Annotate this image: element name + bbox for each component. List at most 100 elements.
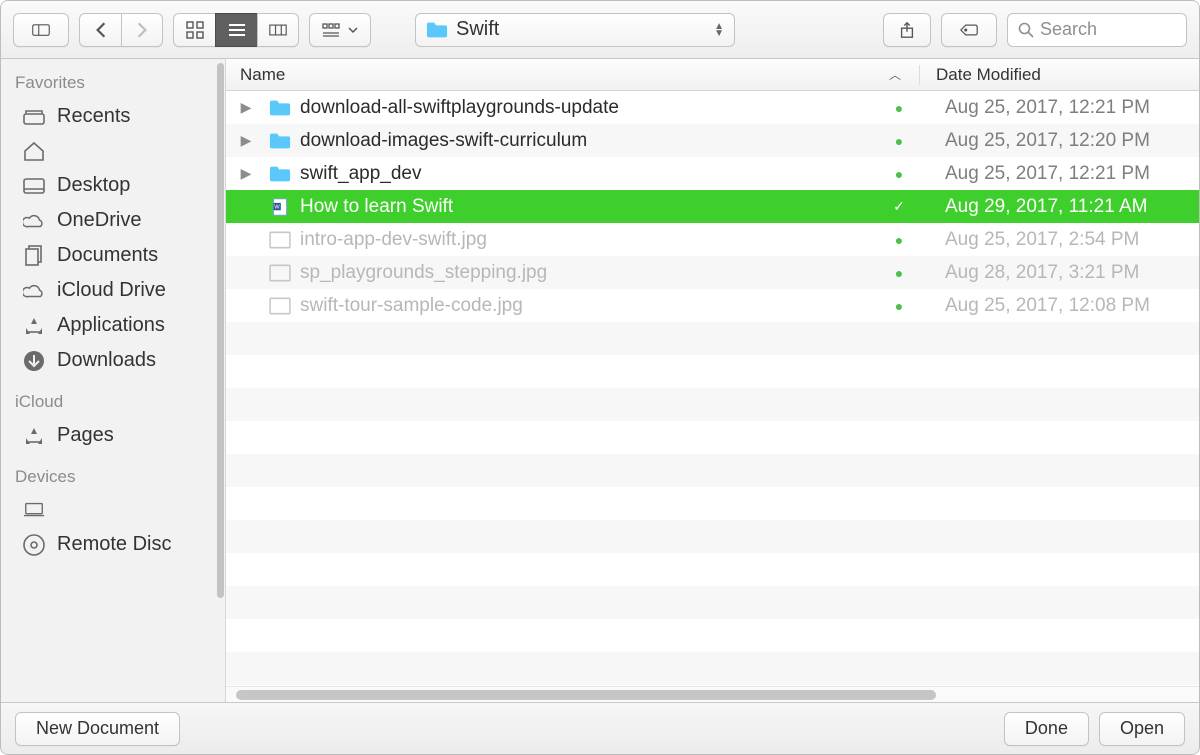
column-header-date[interactable]: Date Modified bbox=[919, 65, 1199, 85]
sync-status-icon: ● bbox=[879, 298, 919, 314]
file-name: sp_playgrounds_stepping.jpg bbox=[294, 262, 879, 284]
sidebar-item-desktop[interactable]: Desktop bbox=[1, 168, 225, 203]
empty-row bbox=[226, 652, 1199, 685]
search-placeholder: Search bbox=[1040, 19, 1097, 40]
folder-icon bbox=[266, 165, 294, 183]
file-name: intro-app-dev-swift.jpg bbox=[294, 229, 879, 251]
applications-icon bbox=[21, 425, 47, 447]
sidebar-item-icloud-drive[interactable]: iCloud Drive bbox=[1, 273, 225, 308]
folder-icon bbox=[266, 99, 294, 117]
empty-row bbox=[226, 487, 1199, 520]
sidebar-icon bbox=[32, 21, 50, 39]
sync-status-icon: ● bbox=[879, 232, 919, 248]
sidebar-item-label: iCloud Drive bbox=[57, 279, 166, 302]
file-list: Name ︿ Date Modified ▶ download-all-swift… bbox=[226, 59, 1199, 702]
share-button[interactable] bbox=[883, 13, 931, 47]
icon-view-button[interactable] bbox=[173, 13, 215, 47]
sidebar-item-applications[interactable]: Applications bbox=[1, 308, 225, 343]
sidebar-item-label: Documents bbox=[57, 244, 158, 267]
empty-row bbox=[226, 388, 1199, 421]
sync-status-icon: ● bbox=[879, 133, 919, 149]
svg-text:W: W bbox=[274, 204, 280, 210]
group-by-button[interactable] bbox=[309, 13, 371, 47]
file-row[interactable]: WHow to learn Swift✓Aug 29, 2017, 11:21 … bbox=[226, 190, 1199, 223]
grid-icon bbox=[186, 21, 204, 39]
updown-icon: ▲▼ bbox=[714, 23, 724, 37]
sidebar-item-label: Downloads bbox=[57, 349, 156, 372]
sidebar-item-pages[interactable]: Pages bbox=[1, 418, 225, 453]
sync-status-icon: ● bbox=[879, 166, 919, 182]
sidebar-item-label: Recents bbox=[57, 105, 130, 128]
disc-icon bbox=[21, 534, 47, 556]
footer: New Document Done Open bbox=[1, 702, 1199, 754]
sidebar-header-icloud: iCloud bbox=[1, 378, 225, 418]
empty-row bbox=[226, 421, 1199, 454]
sidebar-item-documents[interactable]: Documents bbox=[1, 238, 225, 273]
applications-icon bbox=[21, 315, 47, 337]
sidebar-item-recents[interactable]: Recents bbox=[1, 99, 225, 134]
file-date: Aug 25, 2017, 12:21 PM bbox=[919, 97, 1199, 119]
column-headers: Name ︿ Date Modified bbox=[226, 59, 1199, 91]
column-header-name[interactable]: Name ︿ bbox=[226, 65, 919, 85]
empty-row bbox=[226, 454, 1199, 487]
view-mode-buttons bbox=[173, 13, 299, 47]
empty-row bbox=[226, 619, 1199, 652]
file-row[interactable]: swift-tour-sample-code.jpg●Aug 25, 2017,… bbox=[226, 289, 1199, 322]
desktop-icon bbox=[21, 175, 47, 197]
open-button[interactable]: Open bbox=[1099, 712, 1185, 746]
empty-row bbox=[226, 553, 1199, 586]
folder-icon bbox=[266, 132, 294, 150]
file-row[interactable]: ▶download-images-swift-curriculum●Aug 25… bbox=[226, 124, 1199, 157]
disclosure-triangle-icon[interactable]: ▶ bbox=[226, 165, 266, 182]
documents-icon bbox=[21, 245, 47, 267]
path-label: Swift bbox=[456, 18, 499, 41]
done-button[interactable]: Done bbox=[1004, 712, 1089, 746]
file-row[interactable]: ▶swift_app_dev●Aug 25, 2017, 12:21 PM bbox=[226, 157, 1199, 190]
sidebar-item-home[interactable] bbox=[1, 134, 225, 168]
file-date: Aug 25, 2017, 12:08 PM bbox=[919, 295, 1199, 317]
path-popup[interactable]: Swift ▲▼ bbox=[415, 13, 735, 47]
file-row[interactable]: ▶ download-all-swiftplaygrounds-update●Au… bbox=[226, 91, 1199, 124]
tags-button[interactable] bbox=[941, 13, 997, 47]
column-view-button[interactable] bbox=[257, 13, 299, 47]
image-icon bbox=[266, 231, 294, 249]
disclosure-triangle-icon[interactable]: ▶ bbox=[226, 99, 266, 116]
file-row[interactable]: sp_playgrounds_stepping.jpg●Aug 28, 2017… bbox=[226, 256, 1199, 289]
sidebar-item-remote-disc[interactable]: Remote Disc bbox=[1, 527, 225, 562]
downloads-icon bbox=[21, 350, 47, 372]
sidebar-item-downloads[interactable]: Downloads bbox=[1, 343, 225, 378]
list-icon bbox=[228, 21, 246, 39]
folder-icon bbox=[426, 21, 448, 39]
chevron-left-icon bbox=[92, 21, 110, 39]
empty-row bbox=[226, 586, 1199, 619]
sidebar-item-label: Pages bbox=[57, 424, 114, 447]
sync-status-icon: ● bbox=[879, 100, 919, 116]
laptop-icon bbox=[21, 499, 47, 521]
chevron-right-icon bbox=[133, 21, 151, 39]
image-icon bbox=[266, 297, 294, 315]
sync-status-icon: ✓ bbox=[879, 198, 919, 215]
group-icon bbox=[322, 21, 344, 39]
sync-status-icon: ● bbox=[879, 265, 919, 281]
forward-button[interactable] bbox=[121, 13, 163, 47]
sidebar-item-onedrive[interactable]: OneDrive bbox=[1, 203, 225, 238]
chevron-down-icon bbox=[348, 21, 358, 39]
toolbar: Swift ▲▼ Search bbox=[1, 1, 1199, 59]
sidebar-item-label: Applications bbox=[57, 314, 165, 337]
file-row[interactable]: intro-app-dev-swift.jpg●Aug 25, 2017, 2:… bbox=[226, 223, 1199, 256]
search-field[interactable]: Search bbox=[1007, 13, 1187, 47]
file-date: Aug 28, 2017, 3:21 PM bbox=[919, 262, 1199, 284]
back-button[interactable] bbox=[79, 13, 121, 47]
list-view-button[interactable] bbox=[215, 13, 257, 47]
new-document-button[interactable]: New Document bbox=[15, 712, 180, 746]
sidebar-toggle-button[interactable] bbox=[13, 13, 69, 47]
scrollbar-thumb[interactable] bbox=[236, 690, 936, 700]
file-date: Aug 25, 2017, 12:21 PM bbox=[919, 163, 1199, 185]
disclosure-triangle-icon[interactable]: ▶ bbox=[226, 132, 266, 149]
word-doc-icon: W bbox=[266, 198, 294, 216]
horizontal-scrollbar[interactable] bbox=[226, 686, 1199, 702]
sidebar-item-label: Desktop bbox=[57, 174, 130, 197]
sidebar-item-computer[interactable] bbox=[1, 493, 225, 527]
file-name: download-all-swiftplaygrounds-update bbox=[294, 97, 879, 119]
columns-icon bbox=[269, 21, 287, 39]
